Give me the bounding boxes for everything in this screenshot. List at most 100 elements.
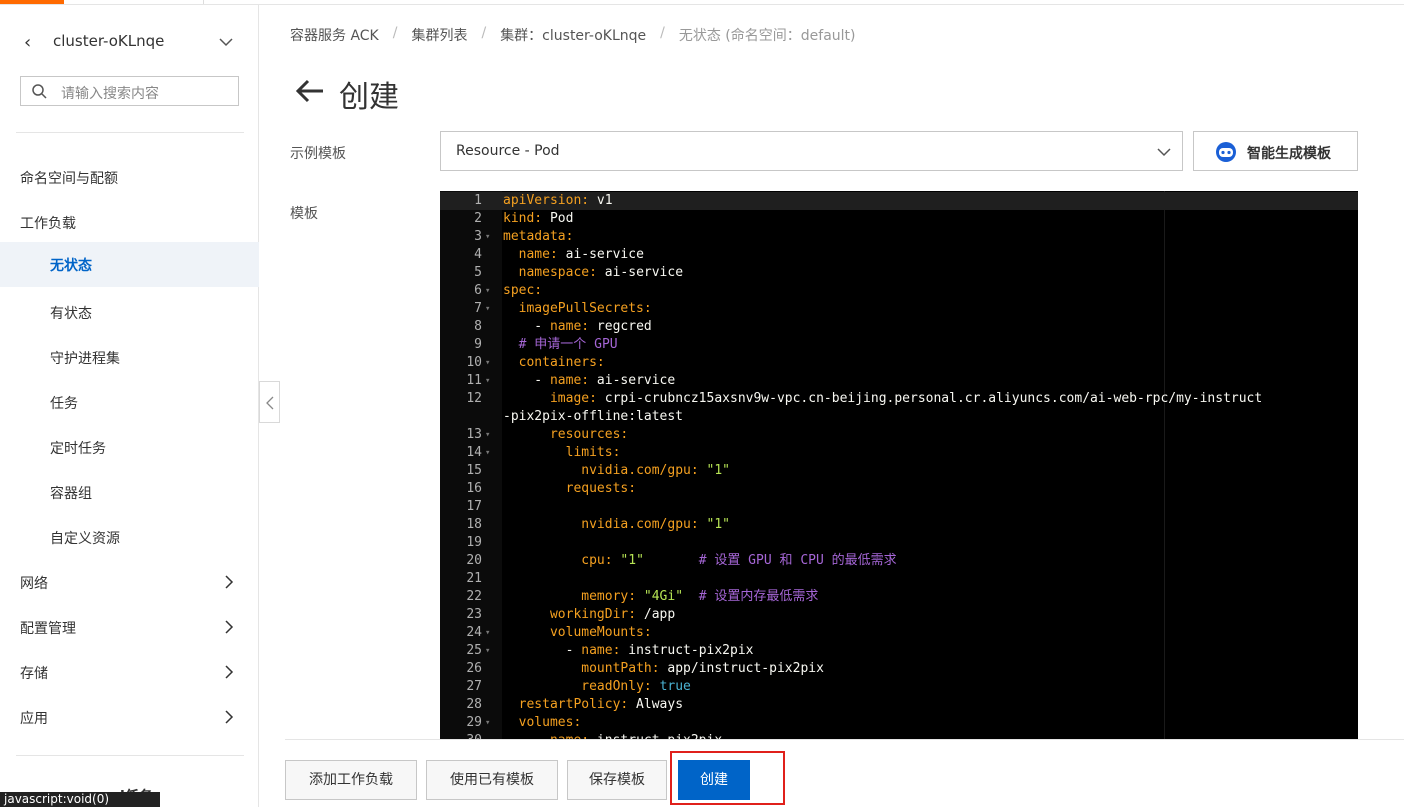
- editor-line[interactable]: 18 nvidia.com/gpu: "1": [440, 516, 1358, 534]
- line-number: 11: [466, 373, 482, 388]
- template-label: 示例模板: [290, 146, 346, 162]
- line-number: 25: [466, 643, 482, 658]
- fold-toggle-icon[interactable]: ▾: [485, 300, 490, 318]
- sidebar-item-statefulsets[interactable]: 有状态: [0, 290, 259, 335]
- sidebar-item-label: 定时任务: [50, 441, 106, 457]
- sidebar-item-cronjobs[interactable]: 定时任务: [0, 425, 259, 470]
- editor-line[interactable]: 26 mountPath: app/instruct-pix2pix: [440, 660, 1358, 678]
- line-number: 17: [466, 499, 482, 514]
- editor-line[interactable]: 14 ▾ limits:: [440, 444, 1358, 462]
- sidebar-item-label: 配置管理: [20, 621, 76, 637]
- editor-line[interactable]: 15 nvidia.com/gpu: "1": [440, 462, 1358, 480]
- editor-line[interactable]: 8 - name: regcred: [440, 318, 1358, 336]
- search-placeholder: 请输入搜索内容: [61, 86, 159, 102]
- code-text: nvidia.com/gpu: "1": [581, 463, 730, 478]
- editor-line[interactable]: 3 ▾ metadata:: [440, 228, 1358, 246]
- cluster-switcher[interactable]: ‹ cluster-oKLnqe: [0, 27, 259, 57]
- sidebar-item-deployments[interactable]: 无状态: [0, 242, 259, 287]
- editor-line[interactable]: 4 name: ai-service: [440, 246, 1358, 264]
- fold-toggle-icon[interactable]: ▾: [485, 714, 490, 732]
- editor-line[interactable]: 5 namespace: ai-service: [440, 264, 1358, 282]
- sidebar-item-label: 工作负载: [20, 216, 76, 232]
- save-template-button[interactable]: 保存模板: [567, 760, 667, 800]
- breadcrumb-current: 无状态 (命名空间：default): [678, 28, 856, 44]
- editor-line[interactable]: 29 ▾ volumes:: [440, 714, 1358, 732]
- fold-toggle-icon[interactable]: ▾: [485, 228, 490, 246]
- use-existing-template-button[interactable]: 使用已有模板: [426, 760, 558, 800]
- fold-toggle-icon[interactable]: ▾: [485, 354, 490, 372]
- breadcrumb: 容器服务 ACK / 集群列表 / 集群：cluster-oKLnqe / 无状…: [290, 25, 856, 45]
- editor-line[interactable]: 1 apiVersion: v1: [440, 192, 1358, 210]
- editor-line[interactable]: -pix2pix-offline:latest: [440, 408, 1358, 426]
- back-arrow-icon[interactable]: [295, 78, 325, 104]
- editor-line[interactable]: 22 memory: "4Gi" # 设置内存最低需求: [440, 588, 1358, 606]
- editor-line[interactable]: 16 requests:: [440, 480, 1358, 498]
- add-workload-button[interactable]: 添加工作负载: [285, 760, 417, 800]
- editor-line[interactable]: 12 image: crpi-crubncz15axsnv9w-vpc.cn-b…: [440, 390, 1358, 408]
- editor-line[interactable]: 9 # 申请一个 GPU: [440, 336, 1358, 354]
- code-text: containers:: [518, 355, 605, 370]
- editor-line[interactable]: 2 kind: Pod: [440, 210, 1358, 228]
- sidebar-collapse-toggle[interactable]: [259, 381, 280, 423]
- sidebar-item-jobs[interactable]: 任务: [0, 380, 259, 425]
- editor-line[interactable]: 20 cpu: "1" # 设置 GPU 和 CPU 的最低需求: [440, 552, 1358, 570]
- breadcrumb-item[interactable]: 容器服务 ACK: [290, 25, 379, 45]
- editor-line[interactable]: 6 ▾ spec:: [440, 282, 1358, 300]
- search-icon: [32, 84, 47, 99]
- sidebar-item-namespace[interactable]: 命名空间与配额: [0, 155, 259, 200]
- sidebar-search[interactable]: 请输入搜索内容: [20, 76, 239, 106]
- editor-line[interactable]: 11 ▾ - name: ai-service: [440, 372, 1358, 390]
- sidebar-item-daemonsets[interactable]: 守护进程集: [0, 335, 259, 380]
- editor-line[interactable]: 28 restartPolicy: Always: [440, 696, 1358, 714]
- editor-line[interactable]: 13 ▾ resources:: [440, 426, 1358, 444]
- line-number: 19: [466, 535, 482, 550]
- line-number: 9: [474, 337, 482, 352]
- editor-line[interactable]: 23 workingDir: /app: [440, 606, 1358, 624]
- code-text: restartPolicy: Always: [518, 697, 684, 712]
- editor-line[interactable]: 7 ▾ imagePullSecrets:: [440, 300, 1358, 318]
- chevron-down-icon[interactable]: [218, 34, 234, 50]
- code-text: image: crpi-crubncz15axsnv9w-vpc.cn-beij…: [549, 391, 1263, 406]
- annotation-highlight-box: [670, 751, 785, 805]
- editor-line[interactable]: 25 ▾ - name: instruct-pix2pix: [440, 642, 1358, 660]
- code-text: volumes:: [518, 715, 582, 730]
- fold-toggle-icon[interactable]: ▾: [485, 426, 490, 444]
- sidebar-item-apps[interactable]: 应用: [0, 695, 259, 740]
- editor-line[interactable]: 19: [440, 534, 1358, 552]
- line-number: 3: [474, 229, 482, 244]
- fold-toggle-icon[interactable]: ▾: [485, 624, 490, 642]
- breadcrumb-item[interactable]: 集群：cluster-oKLnqe: [500, 25, 646, 45]
- fold-toggle-icon[interactable]: ▾: [485, 444, 490, 462]
- line-number: 4: [474, 247, 482, 262]
- cluster-name: cluster-oKLnqe: [53, 32, 165, 50]
- sidebar-item-storage[interactable]: 存储: [0, 650, 259, 695]
- fold-toggle-icon[interactable]: ▾: [485, 372, 490, 390]
- fold-toggle-icon[interactable]: ▾: [485, 642, 490, 660]
- code-text: volumeMounts:: [549, 625, 652, 640]
- sidebar-item-config[interactable]: 配置管理: [0, 605, 259, 650]
- line-number: 20: [466, 553, 482, 568]
- template-select[interactable]: Resource - Pod: [440, 131, 1183, 171]
- ai-generate-template-button[interactable]: 智能生成模板: [1193, 131, 1358, 171]
- fold-toggle-icon[interactable]: ▾: [485, 282, 490, 300]
- breadcrumb-separator: /: [660, 25, 665, 41]
- yaml-editor[interactable]: 1 apiVersion: v1 2 kind: Pod 3 ▾ metadata: 4 na…: [440, 191, 1358, 739]
- sidebar-item-label: 自定义资源: [50, 531, 120, 547]
- sidebar-item-workloads[interactable]: 工作负载: [0, 200, 259, 245]
- footer-divider: [285, 739, 1404, 740]
- code-text: spec:: [503, 283, 543, 298]
- sidebar-item-custom-resources[interactable]: 自定义资源: [0, 515, 259, 560]
- editor-line[interactable]: 10 ▾ containers:: [440, 354, 1358, 372]
- code-text: readOnly: true: [581, 679, 691, 694]
- editor-line[interactable]: 30 - name: instruct-pix2pix: [440, 732, 1358, 739]
- editor-line[interactable]: 17: [440, 498, 1358, 516]
- code-text: - name: instruct-pix2pix: [503, 732, 722, 739]
- back-chevron-icon[interactable]: ‹: [24, 32, 31, 53]
- editor-line[interactable]: 21: [440, 570, 1358, 588]
- code-text: - name: ai-service: [503, 373, 676, 388]
- editor-line[interactable]: 27 readOnly: true: [440, 678, 1358, 696]
- breadcrumb-item[interactable]: 集群列表: [411, 25, 467, 45]
- sidebar-item-pods[interactable]: 容器组: [0, 470, 259, 515]
- editor-line[interactable]: 24 ▾ volumeMounts:: [440, 624, 1358, 642]
- sidebar-item-network[interactable]: 网络: [0, 560, 259, 605]
